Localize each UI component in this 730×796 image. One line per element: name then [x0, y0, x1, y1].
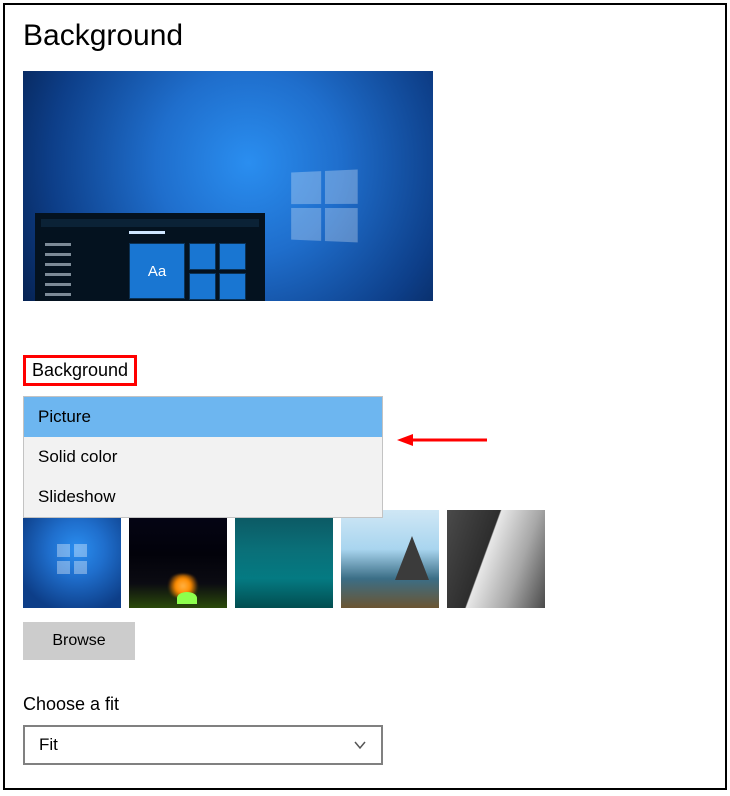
- fit-dropdown-value: Fit: [39, 735, 58, 755]
- windows-logo-icon: [291, 169, 360, 244]
- chevron-down-icon: [353, 738, 367, 752]
- background-label: Background: [32, 360, 128, 381]
- fit-dropdown[interactable]: Fit: [23, 725, 383, 765]
- fit-label: Choose a fit: [23, 694, 707, 715]
- browse-button[interactable]: Browse: [23, 622, 135, 660]
- thumbnail-beach-rock[interactable]: [341, 510, 439, 608]
- picture-thumbnails: [23, 510, 707, 608]
- thumbnail-underwater[interactable]: [235, 510, 333, 608]
- background-dropdown[interactable]: Picture Solid color Slideshow: [23, 396, 383, 518]
- thumbnail-night-campfire[interactable]: [129, 510, 227, 608]
- annotation-arrow-icon: [397, 430, 487, 450]
- settings-panel: Background Aa Background Picture: [3, 3, 727, 790]
- preview-menu-icon: [45, 243, 71, 301]
- fit-section: Choose a fit Fit: [23, 694, 707, 765]
- desktop-preview: Aa: [23, 71, 433, 301]
- background-section: Background Picture Solid color Slideshow…: [23, 355, 707, 660]
- preview-window: Aa: [35, 213, 265, 301]
- dropdown-option-solid-color[interactable]: Solid color: [24, 437, 382, 477]
- preview-tile-sample: Aa: [129, 243, 185, 299]
- thumbnail-windows-default[interactable]: [23, 510, 121, 608]
- dropdown-option-picture[interactable]: Picture: [24, 397, 382, 437]
- page-title: Background: [23, 19, 707, 53]
- thumbnail-waterfall-rock[interactable]: [447, 510, 545, 608]
- dropdown-option-slideshow[interactable]: Slideshow: [24, 477, 382, 517]
- annotation-highlight: Background: [23, 355, 137, 386]
